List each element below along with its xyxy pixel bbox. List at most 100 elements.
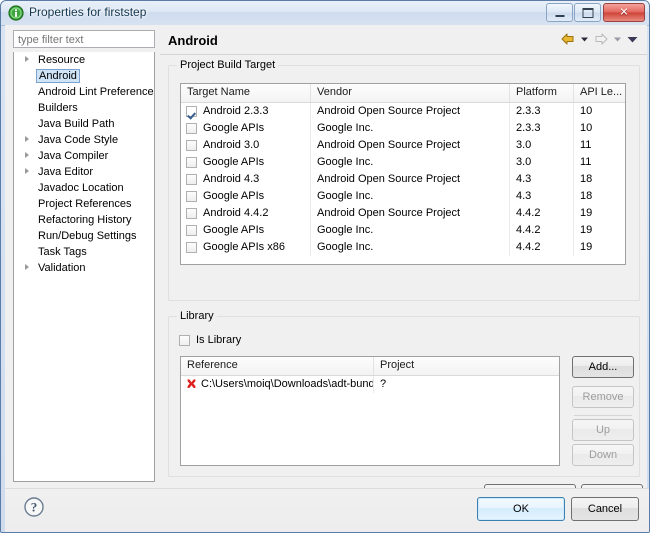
ok-button[interactable]: OK	[477, 497, 565, 521]
row-checkbox-icon[interactable]	[186, 140, 197, 151]
row-checkbox-icon[interactable]	[186, 208, 197, 219]
row-checkbox-icon[interactable]	[186, 157, 197, 168]
column-header-vendor[interactable]: Vendor	[311, 84, 510, 102]
vendor-cell: Google Inc.	[311, 154, 510, 171]
tree-item[interactable]: Task Tags	[14, 244, 154, 260]
tree-item-label: Java Compiler	[38, 150, 109, 162]
tree-item[interactable]: Java Code Style	[14, 132, 154, 148]
api-level-cell: 11	[580, 156, 592, 168]
tree-item[interactable]: Builders	[14, 100, 154, 116]
target-name-cell[interactable]: Android 3.0	[181, 137, 311, 154]
table-row[interactable]: Android 4.4.2 Android Open Source Projec…	[181, 205, 625, 222]
window-title: Properties for firststep	[29, 5, 147, 19]
platform-cell: 3.0	[510, 137, 574, 154]
target-name-label: Google APIs	[203, 156, 265, 168]
cancel-button[interactable]: Cancel	[571, 497, 639, 521]
column-header-target-name[interactable]: Target Name	[181, 84, 311, 102]
tree-item[interactable]: Refactoring History	[14, 212, 154, 228]
vendor-cell: Android Open Source Project	[311, 103, 510, 120]
table-row[interactable]: C:\Users\moiq\Downloads\adt-bund... ?	[181, 376, 559, 393]
table-row[interactable]: Google APIs x86 Google Inc. 4.4.2 19	[181, 239, 625, 256]
tree-item[interactable]: Java Editor	[14, 164, 154, 180]
api-level-cell: 10	[580, 105, 593, 117]
row-checkbox-icon[interactable]	[186, 225, 197, 236]
build-target-table[interactable]: Target Name Vendor Platform API Le... An…	[180, 83, 626, 265]
row-checkbox-icon[interactable]	[186, 191, 197, 202]
vendor-cell: Google Inc.	[311, 239, 510, 256]
filter-input[interactable]	[13, 30, 155, 48]
project-cell: ?	[380, 378, 387, 390]
expand-arrow-icon[interactable]	[25, 136, 29, 142]
tree-item-label: Validation	[38, 262, 86, 274]
dialog-client-area: Resource Android Android Lint Preference…	[5, 25, 649, 532]
table-row[interactable]: Google APIs Google Inc. 4.3 18	[181, 188, 625, 205]
expand-arrow-icon[interactable]	[25, 264, 29, 270]
target-name-cell[interactable]: Android 4.3	[181, 171, 311, 188]
tree-item[interactable]: Javadoc Location	[14, 180, 154, 196]
table-row[interactable]: Google APIs Google Inc. 3.0 11	[181, 154, 625, 171]
platform-cell: 4.4.2	[510, 205, 574, 222]
tree-item[interactable]: Validation	[14, 260, 154, 276]
expand-arrow-icon[interactable]	[25, 56, 29, 62]
api-level-cell: 18	[580, 190, 593, 202]
tree-item-android[interactable]: Android	[14, 68, 154, 84]
back-dropdown-icon[interactable]	[579, 31, 590, 47]
preference-page: Android Project Build Target Target Name…	[160, 25, 647, 529]
checkbox-icon[interactable]	[179, 334, 190, 346]
row-checkbox-checked-icon[interactable]	[186, 106, 197, 117]
group-title: Project Build Target	[177, 59, 279, 71]
library-reference-table[interactable]: Reference Project C:\Users\moiq\Download…	[180, 356, 560, 466]
api-level-cell: 11	[580, 139, 592, 151]
tree-item[interactable]: Resource	[14, 52, 154, 68]
tree-item-label: Android Lint Preferences	[38, 86, 155, 98]
expand-arrow-icon[interactable]	[25, 168, 29, 174]
row-checkbox-icon[interactable]	[186, 123, 197, 134]
table-row[interactable]: Android 3.0 Android Open Source Project …	[181, 137, 625, 154]
vendor-cell: Google Inc.	[311, 222, 510, 239]
target-name-cell[interactable]: Google APIs	[181, 188, 311, 205]
back-arrow-icon[interactable]	[560, 31, 576, 47]
vendor-cell: Android Open Source Project	[311, 171, 510, 188]
tree-item-label: Task Tags	[38, 246, 87, 258]
row-checkbox-icon[interactable]	[186, 174, 197, 185]
close-button[interactable]: ✕	[603, 3, 645, 22]
is-library-checkbox[interactable]: Is Library	[179, 333, 241, 347]
table-row[interactable]: Google APIs Google Inc. 2.3.3 10	[181, 120, 625, 137]
reference-cell[interactable]: C:\Users\moiq\Downloads\adt-bund...	[181, 376, 374, 393]
column-header-reference[interactable]: Reference	[181, 357, 374, 375]
properties-info-icon	[8, 5, 24, 21]
tree-item[interactable]: Project References	[14, 196, 154, 212]
target-name-cell[interactable]: Google APIs	[181, 154, 311, 171]
move-down-button[interactable]: Down	[572, 444, 634, 466]
column-header-platform[interactable]: Platform	[510, 84, 574, 102]
help-question-icon[interactable]: ?	[23, 496, 45, 518]
maximize-button[interactable]	[574, 3, 601, 22]
target-name-cell[interactable]: Google APIs x86	[181, 239, 311, 256]
platform-cell: 4.3	[510, 171, 574, 188]
table-row[interactable]: Android 4.3 Android Open Source Project …	[181, 171, 625, 188]
target-name-cell[interactable]: Android 2.3.3	[181, 103, 311, 120]
view-menu-icon[interactable]	[626, 31, 639, 47]
minimize-button[interactable]	[546, 3, 573, 22]
tree-item[interactable]: Java Compiler	[14, 148, 154, 164]
settings-tree[interactable]: Resource Android Android Lint Preference…	[13, 52, 155, 482]
remove-library-button[interactable]: Remove	[572, 386, 634, 408]
target-name-label: Android 3.0	[203, 139, 260, 151]
tree-item[interactable]: Java Build Path	[14, 116, 154, 132]
vendor-cell: Android Open Source Project	[311, 205, 510, 222]
move-up-button[interactable]: Up	[572, 419, 634, 441]
expand-arrow-icon[interactable]	[25, 152, 29, 158]
row-checkbox-icon[interactable]	[186, 242, 197, 253]
table-row[interactable]: Android 2.3.3 Android Open Source Projec…	[181, 103, 625, 120]
column-header-project[interactable]: Project	[374, 357, 559, 375]
target-name-label: Android 2.3.3	[203, 105, 269, 117]
table-row[interactable]: Google APIs Google Inc. 4.4.2 19	[181, 222, 625, 239]
group-title: Library	[177, 310, 217, 322]
tree-item[interactable]: Android Lint Preferences	[14, 84, 154, 100]
add-library-button[interactable]: Add...	[572, 356, 634, 378]
tree-item[interactable]: Run/Debug Settings	[14, 228, 154, 244]
target-name-cell[interactable]: Android 4.4.2	[181, 205, 311, 222]
column-header-api-level[interactable]: API Le...	[574, 84, 625, 102]
target-name-cell[interactable]: Google APIs	[181, 120, 311, 137]
target-name-cell[interactable]: Google APIs	[181, 222, 311, 239]
